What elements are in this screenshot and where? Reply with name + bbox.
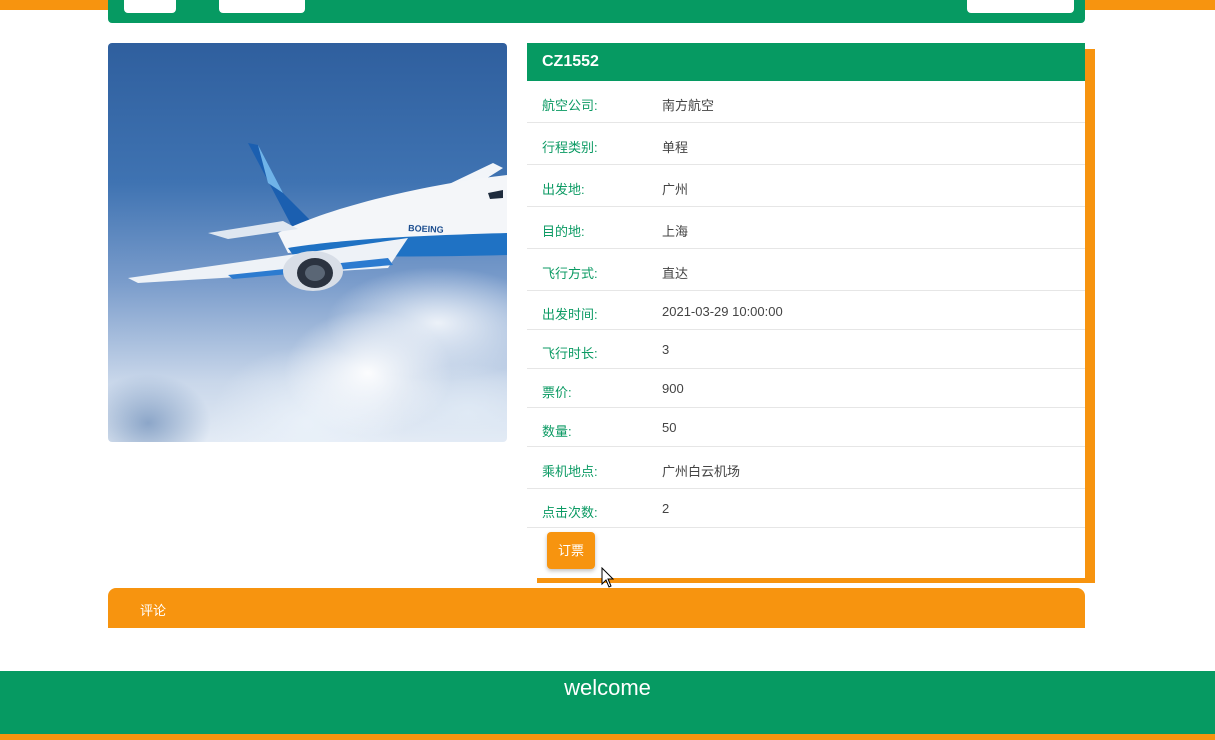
detail-row-destination: 目的地: 上海 [527,207,1085,249]
detail-label: 目的地: [542,224,585,239]
detail-label: 行程类别: [542,140,598,155]
detail-value: 单程 [662,140,689,155]
detail-row-flight-mode: 飞行方式: 直达 [527,249,1085,291]
detail-value: 50 [662,420,677,435]
detail-row-duration: 飞行时长: 3 [527,330,1085,369]
detail-value: 上海 [662,224,689,239]
detail-label: 航空公司: [542,98,598,113]
detail-label: 票价: [542,385,572,400]
comments-bar: 评论 [108,588,1085,628]
flight-code: CZ1552 [542,53,599,70]
detail-label: 乘机地点: [542,464,598,479]
book-ticket-button[interactable]: 订票 [547,532,595,569]
detail-value: 3 [662,342,670,357]
footer-welcome-text: welcome [564,675,651,700]
flight-code-header: CZ1552 [527,43,1085,81]
detail-row-quantity: 数量: 50 [527,408,1085,447]
detail-value: 直达 [662,266,689,281]
detail-value: 广州 [662,182,689,197]
footer-accent-bar [0,734,1215,740]
detail-row-trip-type: 行程类别: 单程 [527,123,1085,165]
detail-value: 900 [662,381,684,396]
detail-row-boarding-location: 乘机地点: 广州白云机场 [527,447,1085,489]
detail-label: 飞行方式: [542,266,598,281]
brand-text: BOEING [408,223,444,235]
airplane-photo: BOEING [108,43,507,442]
detail-value: 广州白云机场 [662,464,741,479]
detail-row-click-count: 点击次数: 2 [527,489,1085,528]
mouse-cursor-icon [601,567,615,588]
detail-label: 点击次数: [542,505,598,520]
nav-item-1[interactable] [124,0,176,13]
airplane-illustration: BOEING [128,143,507,291]
flight-detail-panel: CZ1552 航空公司: 南方航空 行程类别: 单程 出发地: 广州 目的地: … [527,43,1085,578]
detail-row-departure-time: 出发时间: 2021-03-29 10:00:00 [527,291,1085,330]
detail-row-price: 票价: 900 [527,369,1085,408]
comments-label[interactable]: 评论 [140,600,166,619]
detail-label: 飞行时长: [542,346,598,361]
nav-item-3[interactable] [967,0,1074,13]
footer: welcome [0,671,1215,734]
detail-value: 2021-03-29 10:00:00 [662,304,783,319]
detail-value: 2 [662,501,670,516]
detail-label: 出发地: [542,182,585,197]
detail-row-departure-city: 出发地: 广州 [527,165,1085,207]
detail-label: 数量: [542,424,572,439]
detail-row-airline: 航空公司: 南方航空 [527,81,1085,123]
detail-value: 南方航空 [662,98,715,113]
detail-label: 出发时间: [542,307,598,322]
nav-item-2[interactable] [219,0,305,13]
